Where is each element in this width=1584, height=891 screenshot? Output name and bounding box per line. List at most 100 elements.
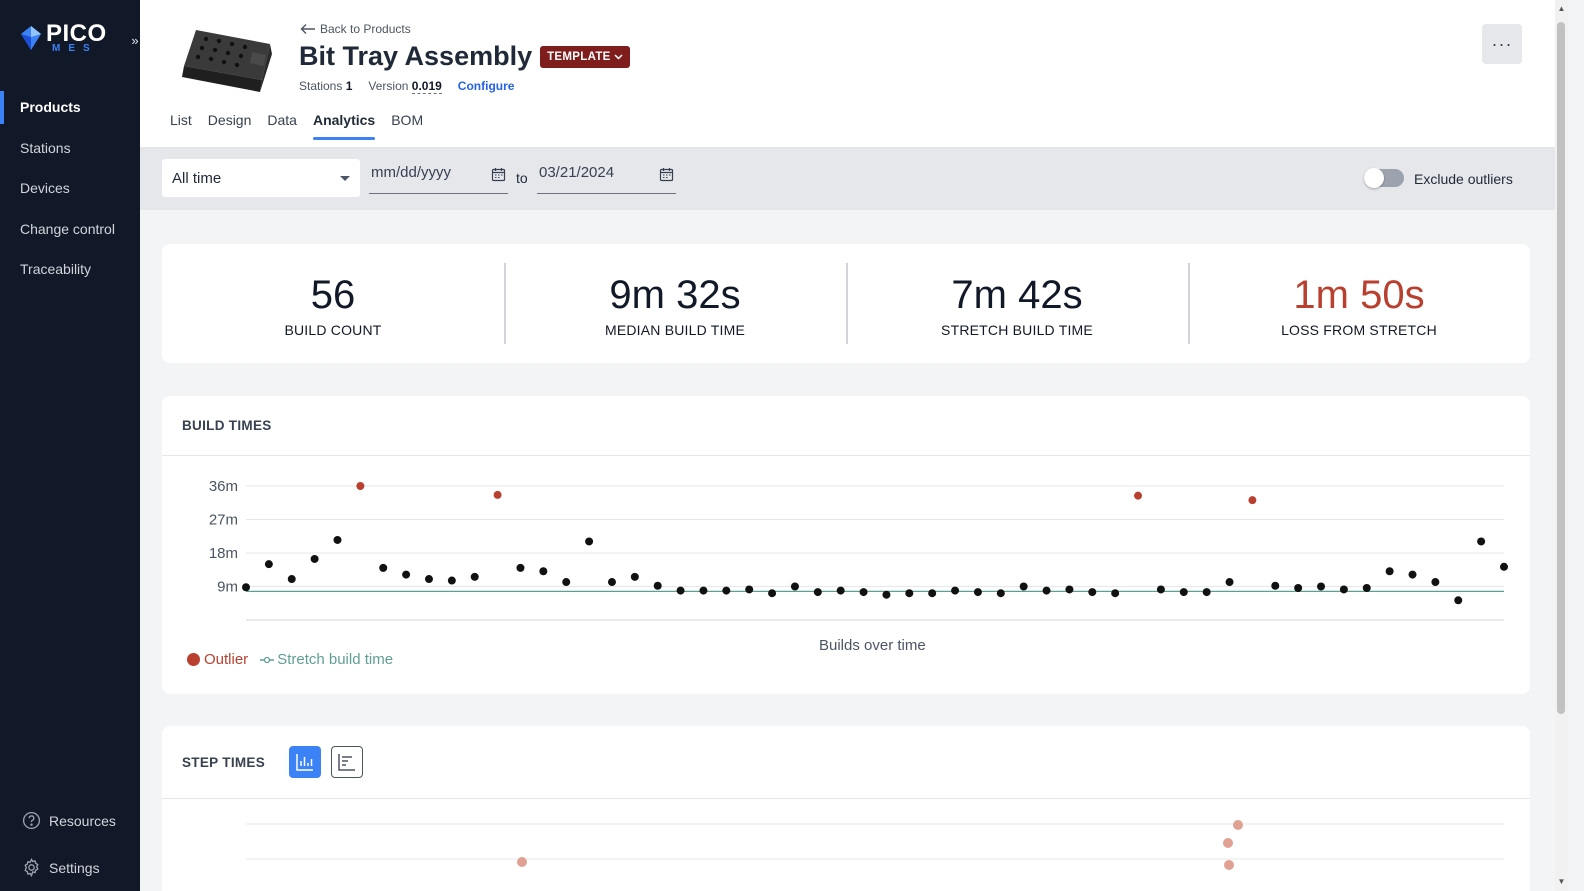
product-header: Back to Products Bit Tray Assembly TEMPL… bbox=[140, 0, 1555, 147]
stat-loss-from-stretch: 1m 50s LOSS FROM STRETCH bbox=[1188, 244, 1530, 363]
sidebar-item-devices[interactable]: Devices bbox=[0, 168, 140, 209]
product-meta: Stations 1 Version 0.019 Configure bbox=[299, 79, 515, 94]
outlier-point bbox=[1248, 496, 1257, 505]
tab-bom[interactable]: BOM bbox=[391, 112, 423, 140]
tab-design[interactable]: Design bbox=[208, 112, 252, 140]
data-point bbox=[859, 588, 868, 597]
data-point bbox=[333, 535, 342, 544]
date-to-input[interactable]: 03/21/2024 bbox=[537, 164, 676, 194]
list-view-button[interactable] bbox=[331, 746, 364, 778]
view-toggle-group bbox=[289, 746, 364, 778]
sidebar-bottom: Resources Settings bbox=[0, 797, 140, 891]
data-point bbox=[973, 588, 982, 597]
outlier-point bbox=[1224, 860, 1234, 870]
data-point bbox=[1477, 537, 1486, 546]
page-scrollbar[interactable]: ▲ ▼ bbox=[1555, 0, 1568, 891]
stations-value: 1 bbox=[345, 79, 353, 93]
stretch-line-icon bbox=[260, 656, 275, 663]
sidebar-item-label: Change control bbox=[20, 220, 115, 237]
scroll-thumb[interactable] bbox=[1557, 22, 1565, 714]
legend-outlier-label: Outlier bbox=[204, 651, 249, 668]
step-times-card: STEP TIMES bbox=[162, 726, 1530, 891]
data-point bbox=[699, 586, 708, 595]
sidebar-item-products[interactable]: Products bbox=[0, 87, 140, 128]
stat-value: 7m 42s bbox=[951, 273, 1083, 317]
chart-view-button[interactable] bbox=[289, 746, 322, 778]
configure-link[interactable]: Configure bbox=[458, 79, 515, 93]
sidebar-nav: Products Stations Devices Change control… bbox=[0, 87, 140, 290]
product-image bbox=[182, 30, 272, 92]
scroll-up-arrow[interactable]: ▲ bbox=[1557, 4, 1566, 16]
data-point bbox=[905, 589, 914, 598]
data-point bbox=[1065, 585, 1074, 594]
sidebar-item-label: Settings bbox=[49, 859, 100, 876]
data-point bbox=[1202, 588, 1211, 597]
data-point bbox=[424, 575, 433, 584]
data-point bbox=[242, 583, 250, 592]
step-times-chart bbox=[246, 820, 1504, 870]
data-point bbox=[1385, 567, 1394, 576]
sidebar-item-settings[interactable]: Settings bbox=[0, 844, 140, 891]
stations-label: Stations bbox=[299, 79, 343, 93]
more-options-button[interactable]: ··· bbox=[1482, 24, 1522, 64]
data-point bbox=[1019, 582, 1028, 591]
data-point bbox=[1431, 578, 1440, 587]
date-from-input[interactable]: mm/dd/yyyy bbox=[369, 164, 508, 194]
date-range-separator: to bbox=[516, 170, 528, 186]
data-point bbox=[653, 581, 662, 590]
data-point bbox=[1362, 583, 1371, 592]
logo[interactable]: PICO MES bbox=[20, 22, 107, 54]
data-point bbox=[1408, 570, 1417, 579]
chevron-down-icon bbox=[614, 53, 623, 60]
logo-secondary: MES bbox=[52, 43, 98, 54]
data-point bbox=[928, 589, 937, 598]
legend-stretch-label: Stretch build time bbox=[277, 651, 394, 668]
scroll-down-arrow[interactable]: ▼ bbox=[1557, 877, 1566, 889]
data-point bbox=[607, 578, 616, 587]
sidebar-item-label: Devices bbox=[20, 180, 70, 197]
sidebar-item-stations[interactable]: Stations bbox=[0, 128, 140, 169]
data-point bbox=[539, 567, 548, 576]
list-view-icon bbox=[338, 754, 356, 771]
product-tabs: List Design Data Analytics BOM bbox=[170, 112, 423, 140]
stat-value: 56 bbox=[310, 273, 356, 317]
sidebar-item-traceability[interactable]: Traceability bbox=[0, 249, 140, 290]
calendar-icon[interactable] bbox=[659, 167, 674, 182]
arrow-left-icon bbox=[300, 24, 315, 34]
data-point bbox=[1111, 589, 1120, 598]
date-from-placeholder: mm/dd/yyyy bbox=[371, 164, 452, 181]
time-range-select[interactable]: All time bbox=[162, 159, 360, 197]
back-to-products-link[interactable]: Back to Products bbox=[300, 22, 411, 36]
outlier-point bbox=[517, 857, 527, 867]
data-point bbox=[745, 585, 754, 594]
step-times-title: STEP TIMES bbox=[182, 754, 266, 770]
sidebar-item-resources[interactable]: Resources bbox=[0, 797, 140, 844]
tab-analytics[interactable]: Analytics bbox=[312, 112, 376, 140]
help-circle-icon bbox=[22, 811, 41, 830]
stat-label: STRETCH BUILD TIME bbox=[941, 322, 1093, 338]
caret-down-icon bbox=[340, 175, 350, 181]
sidebar-item-change-control[interactable]: Change control bbox=[0, 209, 140, 250]
sidebar-item-label: Products bbox=[20, 99, 81, 116]
data-point bbox=[768, 589, 777, 598]
stat-label: MEDIAN BUILD TIME bbox=[604, 322, 746, 338]
legend-stretch[interactable]: Stretch build time bbox=[260, 651, 393, 668]
sidebar-item-label: Traceability bbox=[20, 261, 92, 278]
stat-label: LOSS FROM STRETCH bbox=[1281, 322, 1437, 338]
tab-data[interactable]: Data bbox=[267, 112, 297, 140]
version-value[interactable]: 0.019 bbox=[411, 79, 442, 94]
data-point bbox=[1500, 562, 1508, 571]
calendar-icon[interactable] bbox=[491, 167, 506, 182]
template-badge[interactable]: TEMPLATE bbox=[540, 45, 630, 68]
outlier-point bbox=[493, 490, 502, 499]
data-point bbox=[951, 586, 960, 595]
exclude-outliers-toggle[interactable] bbox=[1364, 168, 1404, 188]
data-point bbox=[402, 570, 411, 579]
outlier-point bbox=[356, 482, 365, 490]
data-point bbox=[1179, 588, 1188, 597]
build-times-card: BUILD TIMES 9m 18m 27m 36m Builds over time… bbox=[162, 396, 1530, 694]
tab-list[interactable]: List bbox=[170, 112, 192, 140]
data-point bbox=[1225, 578, 1234, 587]
outlier-point bbox=[1134, 491, 1143, 500]
legend-outlier[interactable]: Outlier bbox=[187, 651, 248, 668]
